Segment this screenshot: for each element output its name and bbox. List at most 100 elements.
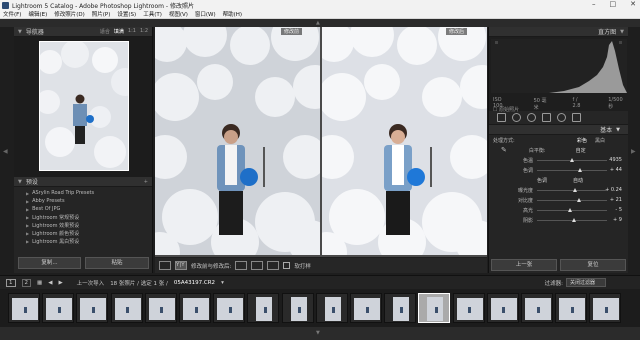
expand-triangle-icon[interactable]: ▶: [26, 215, 29, 220]
swap-icon[interactable]: [267, 261, 280, 270]
filmstrip-thumbnail[interactable]: [247, 293, 280, 323]
menu-view[interactable]: 视图(V): [169, 10, 188, 18]
graduated-filter-icon[interactable]: [542, 113, 551, 122]
slider-thumb[interactable]: [577, 167, 582, 172]
filmstrip-thumbnail[interactable]: [555, 293, 588, 323]
preset-folder[interactable]: ▶ Abby Presets: [14, 197, 152, 205]
filmstrip-thumbnail[interactable]: [418, 293, 451, 323]
menu-file[interactable]: 文件(F): [3, 10, 21, 18]
basic-panel-header[interactable]: 基本 ▼: [489, 125, 628, 135]
filmstrip-thumbnail[interactable]: [76, 293, 109, 323]
filmstrip-thumbnail[interactable]: [42, 293, 75, 323]
tint-slider[interactable]: [537, 167, 607, 172]
menu-develop[interactable]: 修改照片(D): [54, 10, 85, 18]
collapse-bottom-icon[interactable]: ▼: [316, 330, 320, 336]
close-icon[interactable]: ✕: [630, 0, 636, 8]
highlights-slider[interactable]: [537, 207, 607, 212]
slider-value[interactable]: 4935: [609, 157, 622, 163]
zoom-1-2[interactable]: 1:2: [140, 28, 148, 35]
grid-view-icon[interactable]: ▦: [37, 280, 42, 286]
loupe-view-icon[interactable]: [159, 261, 171, 270]
menu-window[interactable]: 窗口(W): [195, 10, 216, 18]
collapse-triangle-icon[interactable]: ▼: [18, 29, 22, 35]
zoom-1-1[interactable]: 1:1: [128, 28, 136, 35]
expand-triangle-icon[interactable]: ▶: [26, 231, 29, 236]
original-photo-toggle[interactable]: ☐ 原始照片: [493, 106, 519, 113]
menu-edit[interactable]: 编辑(E): [28, 10, 47, 18]
module-picker-strip[interactable]: ▲: [0, 19, 640, 27]
collapse-triangle-icon[interactable]: ▼: [616, 127, 620, 133]
preset-folder[interactable]: ▶ Lightroom 常规预设: [14, 213, 152, 221]
copy-before-to-after-icon[interactable]: [235, 261, 248, 270]
reset-button[interactable]: 复位: [560, 259, 626, 271]
histogram[interactable]: ISO 100 50 毫米 f / 2.8 1/500 秒 ☐ 原始照片: [489, 37, 628, 113]
maximize-icon[interactable]: □: [610, 0, 617, 8]
expand-triangle-icon[interactable]: ▶: [26, 223, 29, 228]
expand-triangle-icon[interactable]: ▶: [26, 207, 29, 212]
filmstrip-thumbnail[interactable]: [486, 293, 519, 323]
slider-value[interactable]: + 21: [610, 197, 622, 203]
preset-folder[interactable]: ▶ ASrylin Road Trip Presets: [14, 189, 152, 197]
treatment-bw-option[interactable]: 黑白: [595, 137, 605, 144]
minimize-icon[interactable]: –: [592, 0, 596, 8]
crop-tool-icon[interactable]: [497, 113, 506, 122]
treatment-color-option[interactable]: 彩色: [577, 137, 587, 144]
filmstrip-thumbnail[interactable]: [281, 293, 314, 323]
filmstrip-thumbnail[interactable]: [521, 293, 553, 323]
expand-triangle-icon[interactable]: ▶: [26, 239, 29, 244]
slider-thumb[interactable]: [573, 187, 577, 192]
auto-tone-button[interactable]: 自动: [573, 177, 583, 184]
right-panel-toggle-icon[interactable]: ▶: [631, 148, 636, 155]
selected-filename[interactable]: 05A43197.CR2: [174, 280, 215, 286]
filmstrip-thumbnail[interactable]: [315, 293, 348, 323]
filmstrip-thumbnail[interactable]: [589, 293, 622, 323]
slider-thumb[interactable]: [568, 207, 573, 212]
back-arrow-icon[interactable]: ◀: [48, 280, 52, 286]
expand-triangle-icon[interactable]: ▶: [26, 199, 29, 204]
bottom-strip[interactable]: ▼: [0, 327, 640, 340]
shadows-slider[interactable]: [537, 217, 607, 222]
red-eye-icon[interactable]: [527, 113, 536, 122]
filmstrip-thumbnail[interactable]: [213, 293, 246, 323]
left-panel-toggle-icon[interactable]: ◀: [3, 148, 8, 155]
slider-thumb[interactable]: [569, 157, 574, 162]
menu-help[interactable]: 帮助(H): [223, 10, 242, 18]
collapse-triangle-icon[interactable]: ▼: [620, 29, 624, 35]
collapse-triangle-icon[interactable]: ▼: [18, 179, 22, 185]
filmstrip-thumbnail[interactable]: [144, 293, 177, 323]
spot-removal-icon[interactable]: [512, 113, 521, 122]
compare-mode-button[interactable]: Y|Y: [175, 261, 187, 270]
contrast-slider[interactable]: [537, 197, 607, 202]
before-photo[interactable]: 修改前: [155, 27, 320, 255]
filmstrip-thumbnail[interactable]: [452, 293, 485, 323]
temp-slider[interactable]: [537, 157, 607, 162]
slider-value[interactable]: + 0.24: [605, 187, 622, 193]
paste-button[interactable]: 粘贴: [85, 257, 149, 269]
presets-header[interactable]: ▼ 预设 +: [14, 177, 152, 187]
preset-folder[interactable]: ▶ Lightroom 效果预设: [14, 221, 152, 229]
navigator-header[interactable]: ▼ 导航器 适合 填满 1:1 1:2: [14, 27, 152, 37]
exposure-slider[interactable]: [537, 187, 607, 192]
menu-tools[interactable]: 工具(T): [143, 10, 162, 18]
copy-button[interactable]: 复制...: [18, 257, 81, 269]
slider-value[interactable]: - 5: [615, 207, 622, 213]
monitor-2-icon[interactable]: 2: [21, 278, 31, 287]
soft-proof-checkbox[interactable]: [283, 262, 291, 269]
navigator-thumbnail[interactable]: [39, 41, 129, 171]
filmstrip-thumbnail[interactable]: [384, 293, 417, 323]
expand-triangle-icon[interactable]: ▶: [26, 191, 29, 196]
filmstrip-thumbnail[interactable]: [8, 293, 40, 323]
radial-filter-icon[interactable]: [557, 113, 566, 122]
slider-thumb[interactable]: [576, 197, 581, 202]
previous-button[interactable]: 上一张: [491, 259, 557, 271]
white-balance-select[interactable]: 自定: [576, 147, 586, 154]
slider-thumb[interactable]: [571, 217, 576, 222]
preset-folder[interactable]: ▶ Best Of JPG: [14, 205, 152, 213]
slider-value[interactable]: + 44: [610, 167, 622, 173]
filename-dropdown-icon[interactable]: ▾: [221, 280, 224, 286]
preset-folder[interactable]: ▶ Lightroom 黑白预设: [14, 237, 152, 245]
preset-folder[interactable]: ▶ Lightroom 颜色预设: [14, 229, 152, 237]
filmstrip-thumbnail[interactable]: [350, 293, 382, 323]
menu-photo[interactable]: 照片(P): [92, 10, 111, 18]
zoom-fill[interactable]: 填满: [114, 28, 124, 35]
